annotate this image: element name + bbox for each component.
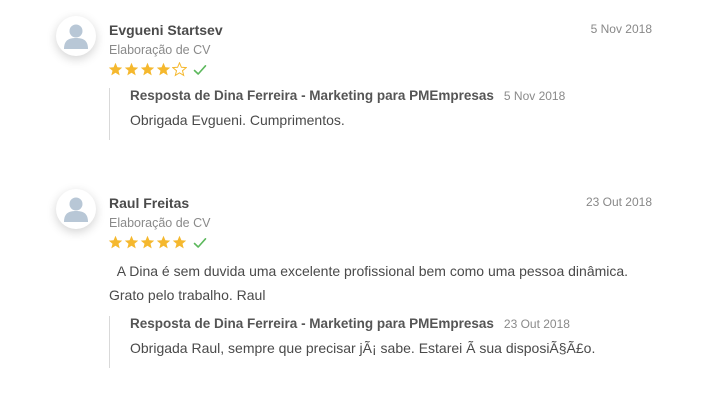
reply-author: Resposta de Dina Ferreira - Marketing pa… — [130, 88, 494, 103]
reply-text: Obrigada Raul, sempre que precisar jÃ¡ s… — [130, 340, 596, 356]
service-name: Elaboração de CV — [109, 43, 211, 57]
reply-text: Obrigada Evgueni. Cumprimentos. — [130, 112, 345, 128]
reply-author: Resposta de Dina Ferreira - Marketing pa… — [130, 316, 494, 331]
star-filled-icon — [140, 235, 155, 249]
star-filled-icon — [108, 235, 123, 249]
reply-date: 23 Out 2018 — [503, 317, 570, 331]
reply-block: Resposta de Dina Ferreira - Marketing pa… — [109, 88, 650, 140]
check-icon — [193, 237, 207, 248]
rating-stars — [108, 62, 207, 77]
avatar[interactable] — [56, 16, 96, 56]
reply-block: Resposta de Dina Ferreira - Marketing pa… — [109, 316, 650, 368]
check-icon — [193, 64, 207, 75]
review-date: 5 Nov 2018 — [590, 22, 652, 36]
star-empty-icon — [172, 62, 187, 77]
star-filled-icon — [124, 235, 139, 249]
star-filled-icon — [172, 235, 187, 249]
star-filled-icon — [156, 235, 171, 249]
avatar[interactable] — [56, 189, 96, 229]
user-icon — [64, 197, 88, 222]
star-filled-icon — [140, 62, 155, 76]
service-name: Elaboração de CV — [109, 216, 211, 230]
review-text: A Dina é sem duvida uma excelente profis… — [109, 263, 632, 303]
reply-date: 5 Nov 2018 — [503, 89, 566, 103]
star-filled-icon — [156, 62, 171, 76]
star-filled-icon — [108, 62, 123, 76]
reviewer-name[interactable]: Evgueni Startsev — [109, 22, 223, 38]
user-icon — [64, 24, 88, 49]
star-filled-icon — [124, 62, 139, 76]
rating-stars — [108, 235, 207, 250]
reviewer-name[interactable]: Raul Freitas — [109, 195, 189, 211]
review-date: 23 Out 2018 — [585, 195, 652, 209]
